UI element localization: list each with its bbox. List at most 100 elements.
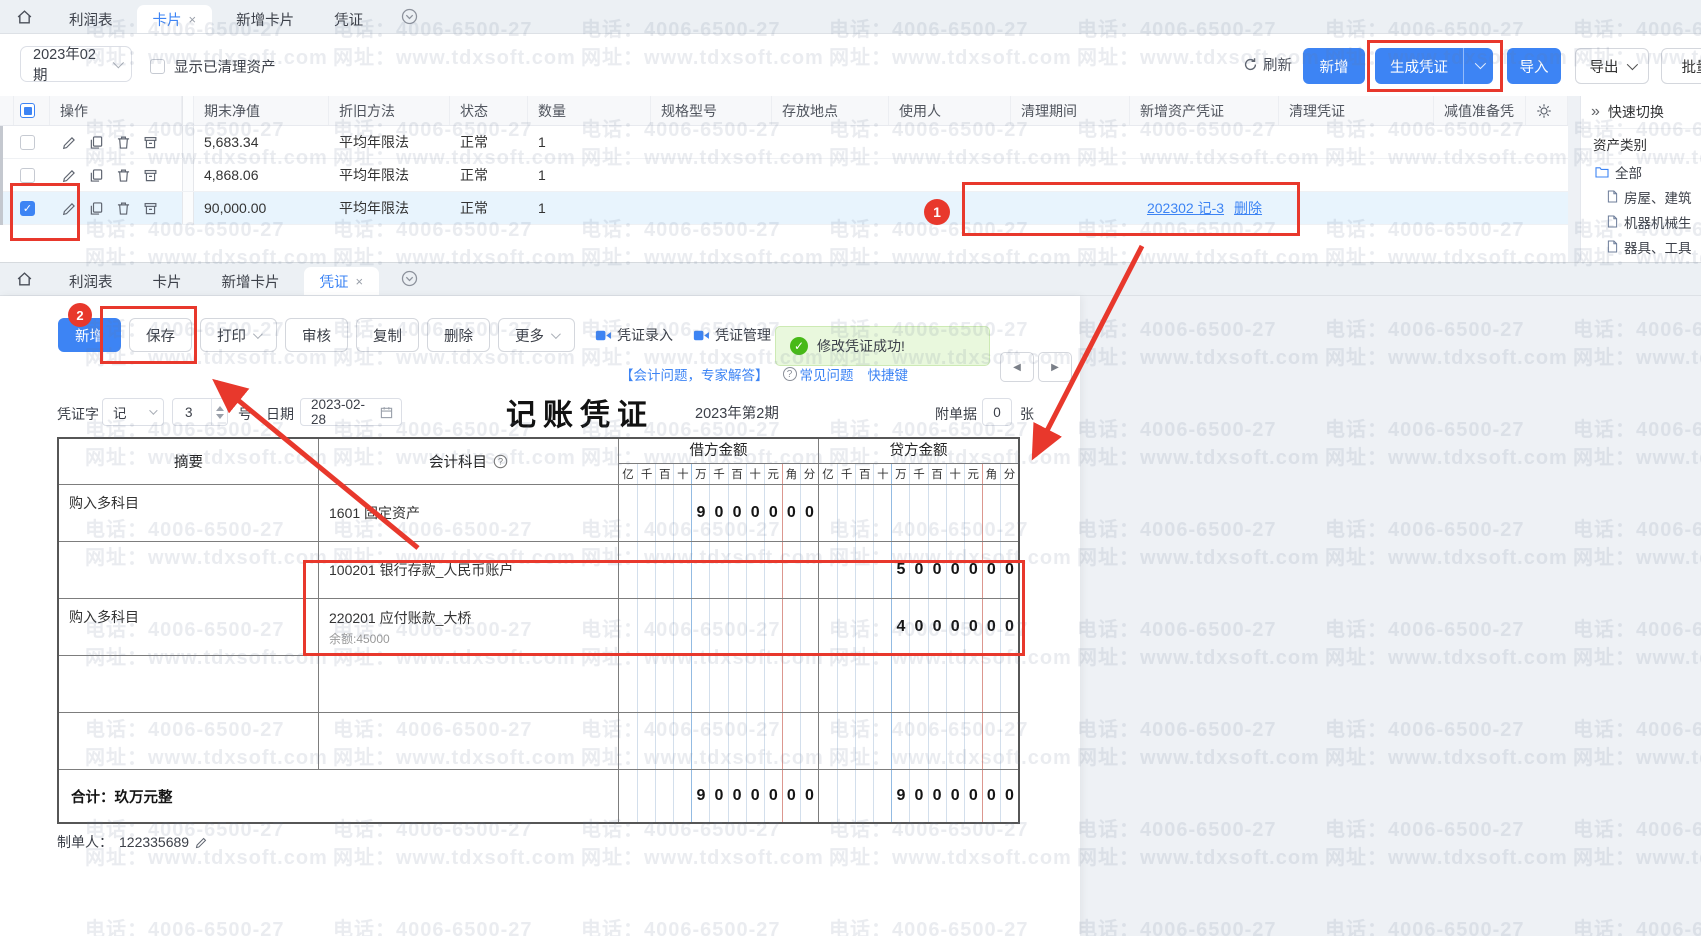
top-tab-3[interactable]: 凭证 [318,5,379,33]
line-account[interactable] [318,713,618,769]
toolbar-button-更多[interactable]: 更多 [498,318,575,352]
digit-cell [655,713,673,769]
creator-value: 122335689 [119,834,189,850]
edit-icon[interactable] [62,201,77,216]
line-account[interactable] [318,656,618,712]
delete-icon[interactable] [116,135,131,150]
digit-cell [673,599,691,655]
cell [1011,192,1130,224]
add-asset-button[interactable]: 新增 [1303,48,1365,84]
button-label: 审核 [302,325,331,346]
line-account[interactable]: 100201 银行存款_人民币账户 [318,542,618,598]
toolbar-button-新增[interactable]: 新增 [58,318,121,352]
help-icon[interactable]: ? [493,454,508,469]
chevron-down-icon [1626,59,1637,70]
clear-icon[interactable] [143,168,158,183]
qa-link[interactable]: 【会计问题，专家解答】 [620,364,769,384]
select-all-checkbox[interactable] [20,103,35,118]
edit-icon[interactable] [62,135,77,150]
collapse-icon[interactable]: » [1591,103,1600,121]
copy-icon[interactable] [89,168,104,183]
next-voucher-button[interactable]: ▶ [1038,352,1072,382]
folder-icon [1595,166,1609,178]
close-tab-icon[interactable]: × [356,274,364,289]
digit-cell [1000,485,1018,541]
top-tab-2[interactable]: 新增卡片 [220,5,310,33]
bottom-tab-2[interactable]: 新增卡片 [206,267,296,295]
line-account[interactable]: 220201 应付账款_大桥余额:45000 [318,599,618,655]
batch-button[interactable]: 批量 [1661,48,1701,84]
toolbar-button-复制[interactable]: 复制 [356,318,419,352]
generate-voucher-dropdown[interactable] [1463,48,1493,84]
prev-voucher-button[interactable]: ◀ [1000,352,1034,382]
sidebar-item-1[interactable]: 房屋、建筑 [1581,184,1701,209]
digit-cell [964,656,982,712]
digit-cell: 4 [891,599,909,655]
cell: 5,683.34 [194,126,329,158]
toolbar-button-打印[interactable]: 打印 [200,318,277,352]
clear-icon[interactable] [143,135,158,150]
tool-link-1[interactable]: 凭证管理 [693,325,771,345]
document-icon [1607,190,1618,203]
chevron-down-icon [551,329,561,339]
voucher-link[interactable]: 202302 记-3 [1147,198,1224,218]
tab-overflow-icon[interactable] [401,270,418,287]
line-summary [59,542,318,598]
home-icon[interactable] [16,271,33,287]
bottom-tab-1[interactable]: 卡片 [137,267,198,295]
close-tab-icon[interactable]: × [189,12,197,27]
home-icon[interactable] [16,9,33,25]
toolbar-button-删除[interactable]: 删除 [427,318,490,352]
voucher-delete-link[interactable]: 删除 [1234,198,1262,218]
column-gutter [182,192,194,224]
row-checkbox[interactable] [20,135,35,150]
top-tab-0[interactable]: 利润表 [53,5,129,33]
shortcut-link[interactable]: 快捷键 [868,364,909,384]
digit-cell: 0 [928,542,946,598]
bottom-tab-3[interactable]: 凭证× [304,267,380,295]
faq-link[interactable]: ?常见问题 [783,364,854,384]
watermark-text: 电话：4006-6500-27网址：www.tdxsoft.com [1325,816,1568,872]
clear-icon[interactable] [143,201,158,216]
tab-overflow-icon[interactable] [401,8,418,25]
sidebar-item-0[interactable]: 全部 [1581,159,1701,184]
date-picker[interactable]: 2023-02-28 [300,398,402,426]
number-stepper[interactable] [211,399,227,425]
account-header: 会计科目? [318,439,618,484]
gear-icon[interactable] [1536,103,1552,119]
delete-icon[interactable] [116,168,131,183]
generate-voucher-button[interactable]: 生成凭证 [1375,48,1463,84]
copy-icon[interactable] [89,201,104,216]
header-ops: 操作 [50,96,182,125]
digit-cell [946,656,964,712]
period-select[interactable]: 2023年02期 [20,46,132,82]
table-row: 5,683.34平均年限法正常1 [0,126,1568,159]
sidebar-item-2[interactable]: 机器机械生 [1581,209,1701,234]
toolbar-button-保存[interactable]: 保存 [129,318,192,352]
line-account[interactable]: 1601 固定资产 [318,485,618,541]
voucher-word-select[interactable]: 记 [102,398,164,426]
voucher-number-input[interactable]: 3 [172,398,228,426]
voucher-table: 摘要会计科目?借方金额亿千百十万千百十元角分贷方金额亿千百十万千百十元角分购入多… [57,437,1020,824]
edit-creator-icon[interactable] [195,836,208,849]
table-left-scrollbar[interactable] [0,126,3,225]
row-checkbox[interactable] [20,168,35,183]
copy-icon[interactable] [89,135,104,150]
amount-cell [618,599,818,655]
top-tab-1[interactable]: 卡片× [137,5,213,33]
edit-icon[interactable] [62,168,77,183]
cell [1434,159,1526,191]
attach-count-input[interactable]: 0 [982,398,1012,426]
sidebar-item-3[interactable]: 器具、工具 [1581,234,1701,259]
row-checkbox[interactable]: ✓ [20,201,35,216]
toolbar-button-审核[interactable]: 审核 [285,318,348,352]
tool-link-0[interactable]: 凭证录入 [595,325,673,345]
digit-cell [746,713,764,769]
import-button[interactable]: 导入 [1507,48,1561,84]
delete-icon[interactable] [116,201,131,216]
bottom-tab-0[interactable]: 利润表 [53,267,129,295]
watermark-text: 电话：4006-6500-27网址：www.tdxsoft.com [1325,916,1568,936]
refresh-button[interactable]: 刷新 [1243,54,1292,75]
export-button[interactable]: 导出 [1575,48,1649,84]
show-cleared-checkbox[interactable] [150,59,165,74]
